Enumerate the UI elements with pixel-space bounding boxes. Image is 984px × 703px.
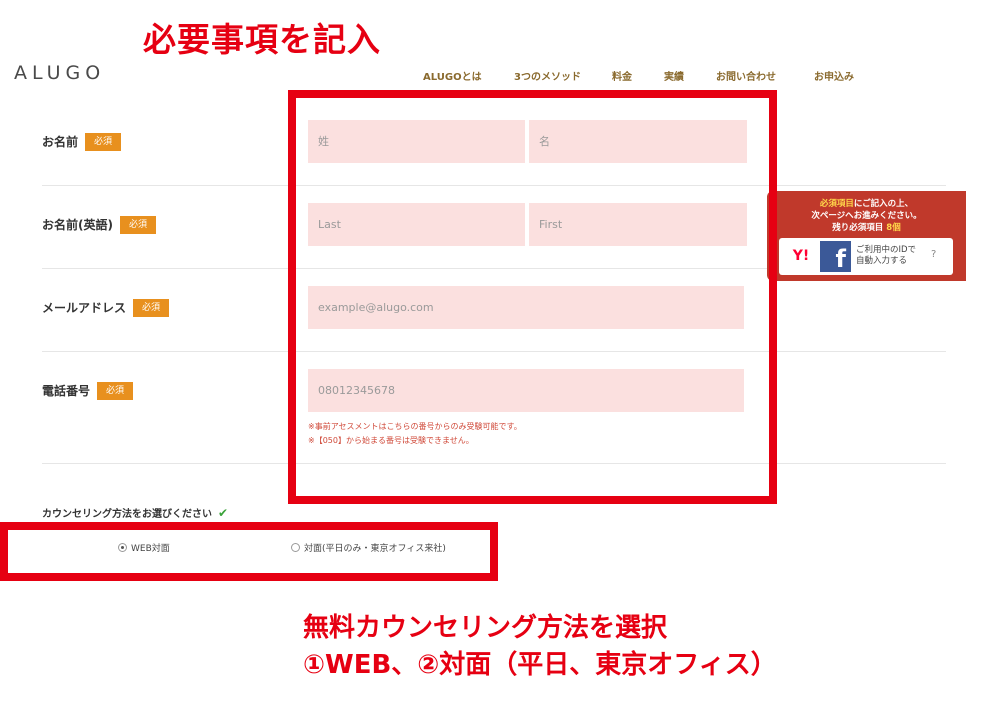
widget-line-1: 必須項目にご記入の上、 — [767, 199, 966, 210]
required-badge: 必須 — [97, 382, 134, 400]
annotation-counseling-line-2: ①WEB、②対面（平日、東京オフィス） — [303, 650, 777, 680]
autofill-text: ご利用中のIDで 自動入力する — [856, 245, 916, 267]
widget-required-highlight: 必須項目 — [819, 199, 854, 209]
phone-label: 電話番号 — [42, 384, 91, 398]
name-row-label: お名前 必須 — [42, 133, 122, 151]
phone-row-label: 電話番号 必須 — [42, 382, 134, 400]
alugo-logo[interactable]: ALUGO — [14, 62, 105, 84]
widget-line-3: 残り必須項目 8個 — [767, 223, 966, 234]
nav-item-results[interactable]: 実績 — [664, 70, 684, 86]
name-label: お名前 — [42, 135, 79, 149]
widget-remaining-count: 8個 — [886, 223, 901, 233]
name-en-label: お名前(英語) — [42, 218, 113, 232]
name-en-row-label: お名前(英語) 必須 — [42, 216, 156, 234]
annotation-title: 必要事項を記入 — [143, 20, 381, 59]
highlight-box-form — [288, 90, 777, 504]
nav-item-methods[interactable]: 3つのメソッド — [514, 70, 581, 86]
yahoo-icon[interactable]: Y! — [787, 246, 815, 266]
autofill-text-line-1: ご利用中のIDで — [856, 245, 917, 255]
highlight-box-counseling — [0, 522, 498, 581]
counseling-label: カウンセリング方法をお選びください — [42, 509, 212, 520]
help-icon[interactable]: ? — [931, 249, 936, 260]
required-badge: 必須 — [133, 299, 170, 317]
nav-item-apply[interactable]: お申込み — [814, 70, 854, 86]
autofill-box[interactable]: Y! f ご利用中のIDで 自動入力する ? — [779, 238, 953, 275]
widget-remaining-label: 残り必須項目 — [832, 223, 884, 233]
autofill-text-line-2: 自動入力する — [856, 256, 908, 266]
widget-line-2: 次ページへお進みください。 — [811, 211, 922, 221]
email-label: メールアドレス — [42, 301, 127, 315]
nav-item-contact[interactable]: お問い合わせ — [716, 70, 776, 86]
widget-line-1-rest: にご記入の上、 — [853, 199, 914, 209]
facebook-icon[interactable]: f — [820, 241, 851, 272]
annotation-counseling-line-1: 無料カウンセリング方法を選択 — [303, 613, 668, 643]
email-row-label: メールアドレス 必須 — [42, 299, 170, 317]
nav-item-about[interactable]: ALUGOとは — [423, 70, 482, 86]
required-badge: 必須 — [119, 216, 156, 234]
required-badge: 必須 — [85, 133, 122, 151]
counseling-row-label: カウンセリング方法をお選びください ✔ — [42, 505, 228, 523]
nav-item-pricing[interactable]: 料金 — [612, 70, 632, 86]
autofill-widget: 必須項目にご記入の上、 次ページへお進みください。 残り必須項目 8個 Y! f… — [767, 191, 966, 281]
check-icon: ✔ — [218, 506, 229, 520]
